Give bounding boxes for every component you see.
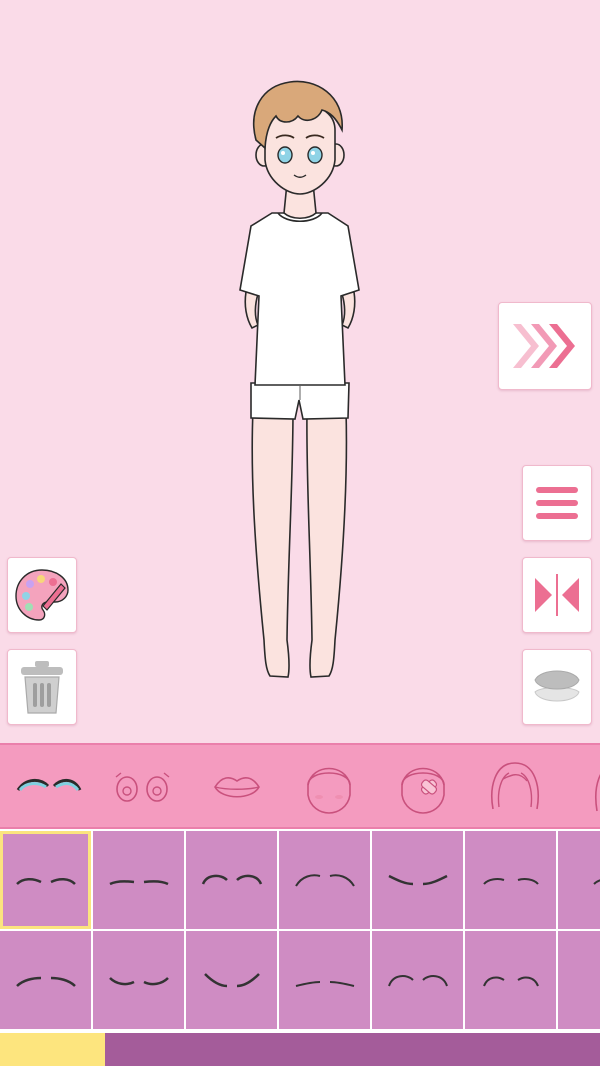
- menu-button[interactable]: [522, 465, 592, 541]
- blush-face-icon: [307, 767, 351, 814]
- bandage-face-icon: [401, 767, 445, 814]
- category-eyes[interactable]: [100, 745, 186, 827]
- page-indicator-active[interactable]: [0, 1033, 105, 1066]
- eyebrow-preview: [108, 977, 169, 986]
- eyebrow-option-7[interactable]: [558, 831, 600, 929]
- eyebrow-option-12[interactable]: [372, 931, 463, 1029]
- eyebrow-preview: [387, 874, 448, 886]
- layers-button[interactable]: [522, 649, 592, 725]
- eyebrow-preview: [482, 878, 539, 885]
- character-shirt: [239, 212, 360, 386]
- category-hair[interactable]: [472, 745, 558, 827]
- category-eyebrows[interactable]: [6, 745, 92, 827]
- eyebrow-option-8[interactable]: [0, 931, 91, 1029]
- lips-icon: [214, 777, 260, 798]
- hair-side-icon: [595, 774, 600, 812]
- page-indicator-bar: [0, 1033, 600, 1066]
- eyebrow-option-6[interactable]: [465, 831, 556, 929]
- next-button[interactable]: [498, 302, 592, 390]
- eyebrow-option-9[interactable]: [93, 931, 184, 1029]
- category-hair-2[interactable]: [560, 745, 600, 827]
- eyebrow-options-grid: [0, 829, 600, 1033]
- eyebrow-preview: [584, 970, 600, 990]
- category-bandage[interactable]: [380, 745, 466, 827]
- layers-icon: [534, 670, 580, 702]
- palette-button[interactable]: [7, 557, 77, 633]
- eyebrow-preview: [592, 879, 600, 885]
- eyebrow-preview: [387, 975, 448, 987]
- eyebrow-preview: [15, 878, 76, 885]
- eyebrows-icon: [16, 779, 82, 792]
- eyebrow-option-11[interactable]: [279, 931, 370, 1029]
- eyebrow-preview: [108, 880, 169, 886]
- eyebrow-option-14[interactable]: [558, 931, 600, 1029]
- eyebrow-option-2[interactable]: [93, 831, 184, 929]
- eyebrow-preview: [482, 976, 539, 987]
- category-mouth[interactable]: [194, 745, 280, 827]
- delete-button[interactable]: [7, 649, 77, 725]
- category-blush[interactable]: [286, 745, 372, 827]
- flip-button[interactable]: [522, 557, 592, 633]
- eyebrow-preview: [203, 973, 260, 988]
- character-head: [252, 80, 345, 195]
- eyebrow-preview: [201, 874, 262, 885]
- eyebrow-option-13[interactable]: [465, 931, 556, 1029]
- eyebrow-option-3[interactable]: [186, 831, 277, 929]
- eyebrow-preview: [295, 981, 354, 987]
- eyebrow-option-10[interactable]: [186, 931, 277, 1029]
- character-legs: [251, 409, 348, 678]
- eyebrow-preview: [15, 976, 76, 987]
- category-bar: [0, 743, 600, 829]
- menu-icon: [536, 487, 578, 519]
- eyes-icon: [115, 772, 170, 802]
- eyebrow-preview: [294, 874, 355, 887]
- eyebrow-option-4[interactable]: [279, 831, 370, 929]
- hair-icon: [491, 762, 539, 810]
- palette-icon: [15, 569, 69, 621]
- next-arrows-icon: [513, 324, 575, 368]
- character-shorts: [250, 382, 350, 420]
- trash-icon: [21, 661, 63, 714]
- flip-icon: [535, 574, 579, 616]
- character-stage: [0, 0, 600, 743]
- eyebrow-option-5[interactable]: [372, 831, 463, 929]
- eyebrow-option-1[interactable]: [0, 831, 91, 929]
